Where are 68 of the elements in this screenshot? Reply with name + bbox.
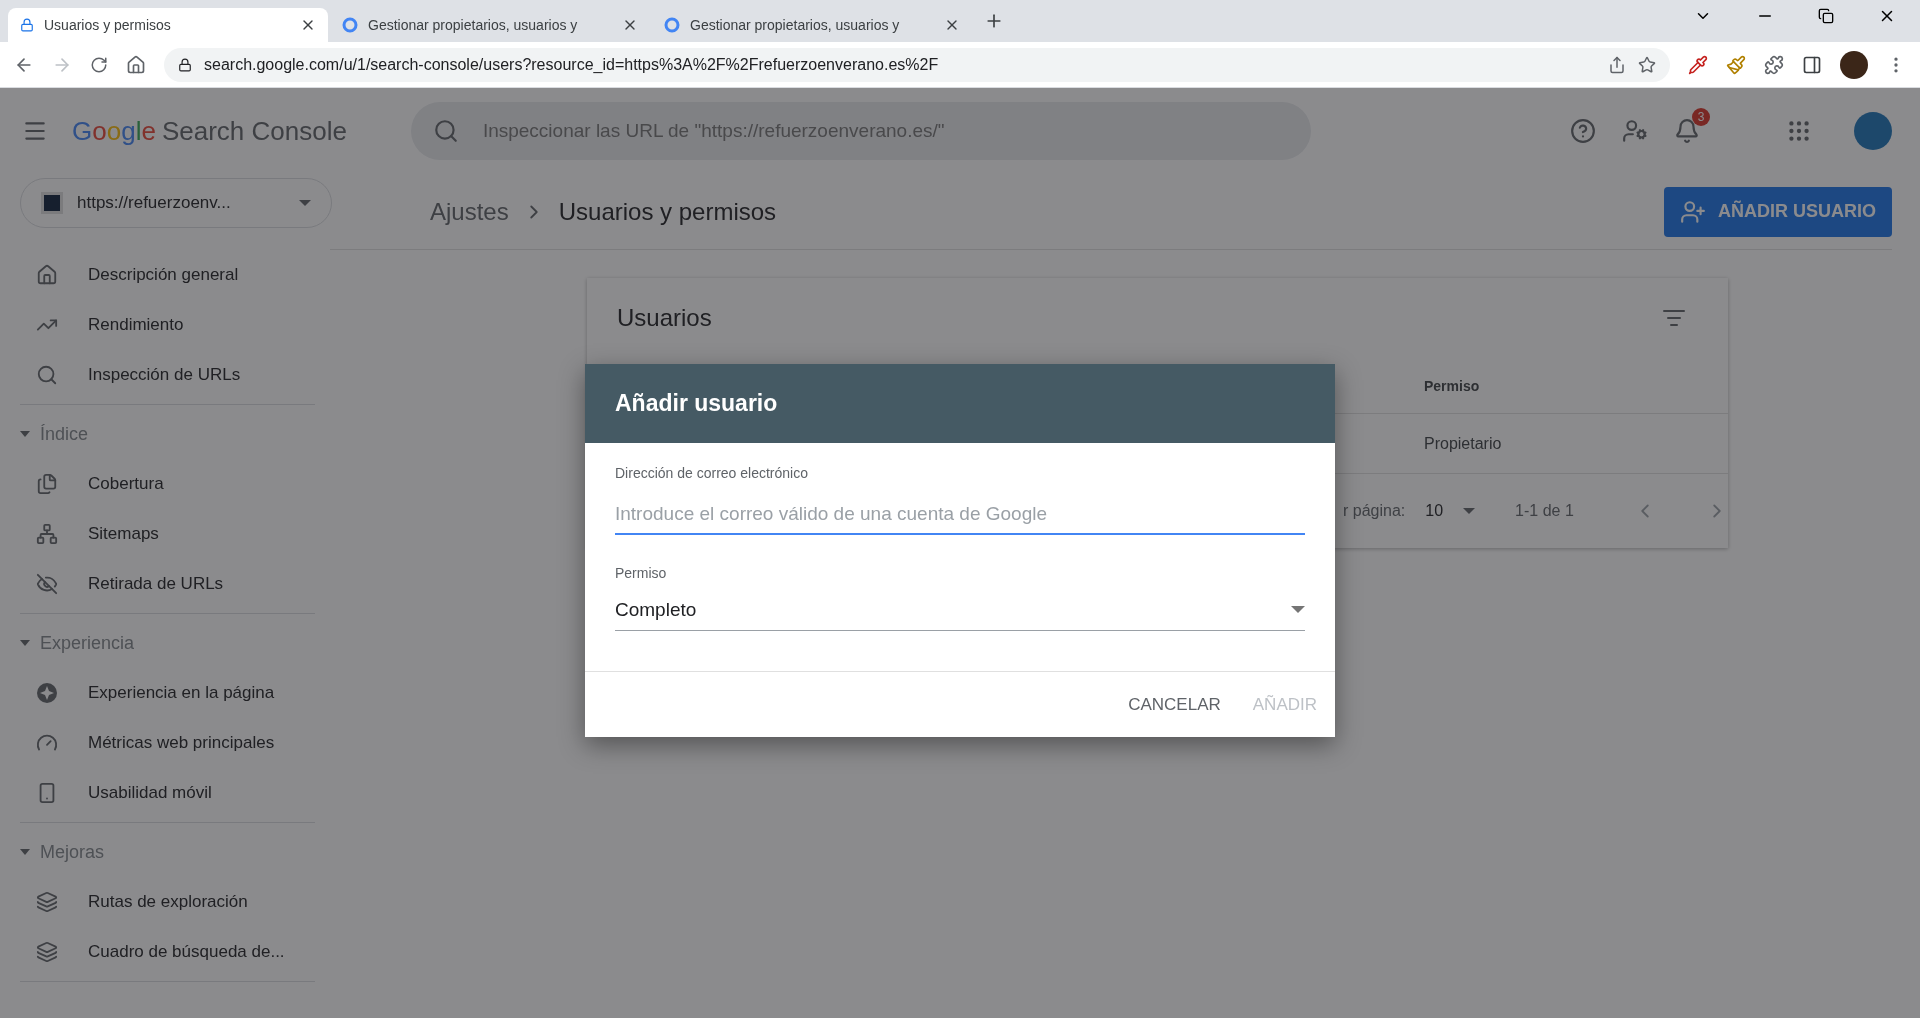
rows-per-page-label: r página: [1343,502,1406,520]
browser-tab[interactable]: Gestionar propietarios, usuarios y [652,8,972,42]
extensions-icon[interactable] [1764,54,1784,75]
nav-item[interactable]: Experiencia en la página [20,668,315,718]
pipette-icon[interactable] [1688,54,1708,75]
field-label: Permiso [615,565,667,581]
home-icon[interactable] [126,54,146,75]
search-input[interactable]: Inspeccionar las URL de "https://refuerzoenverano.es/" [480,119,1289,143]
lock-icon [178,57,192,72]
column-header: Permiso [1424,377,1480,394]
field-label: Dirección de correo electrónico [615,465,808,481]
dialog-button[interactable]: CANCELAR [1118,686,1231,723]
caret-icon [20,431,30,437]
sitemap-icon [36,523,58,545]
search-icon [432,118,459,144]
permission-select[interactable]: Completo [615,589,1305,631]
caret-icon [1463,508,1476,514]
nav-item[interactable]: Cobertura [20,459,315,509]
address-bar[interactable]: search.google.com/u/1/search-console/users?resource_id=https%3A%2F%2Frefuerzoenverano.es%2F [164,47,1670,82]
side-panel-icon[interactable] [1802,54,1822,75]
nav-item[interactable]: Retirada de URLs [20,559,315,609]
nav-item[interactable]: Rutas de exploración [20,877,315,927]
reload-icon[interactable] [90,55,108,74]
nav-item[interactable]: Descripción general [20,250,315,300]
rows-per-page-select[interactable]: 10 [1425,502,1476,520]
star-circle-icon [36,682,58,704]
table-cell: Propietario [1424,434,1502,453]
product-name: Search Console [161,115,347,147]
browser-tab[interactable]: Gestionar propietarios, usuarios y [330,8,650,42]
user-settings-icon[interactable] [1622,118,1648,144]
breadcrumb-item[interactable]: Ajustes [430,197,509,226]
nav-item[interactable]: Cuadro de búsqueda de... [20,927,315,977]
bookmark-star-icon[interactable] [1638,55,1656,74]
property-selector[interactable]: https://refuerzoenv... [20,178,332,228]
account-avatar[interactable] [1854,112,1892,150]
google-logo: Google [72,115,156,147]
layers-icon [36,891,58,913]
bell-icon[interactable] [1674,118,1700,144]
help-icon[interactable] [1570,118,1596,144]
nav-item[interactable]: Usabilidad móvil [20,768,315,818]
restore-icon[interactable] [1818,8,1834,24]
caret-icon [20,849,30,855]
notification-badge: 3 [1692,108,1710,126]
nav-item[interactable]: Métricas web principales [20,718,315,768]
nav-item[interactable]: Rendimiento [20,300,315,350]
page-range: 1-1 de 1 [1515,502,1574,520]
apps-icon[interactable] [1786,118,1812,144]
browser-tab[interactable]: Usuarios y permisos [8,8,328,42]
profile-avatar[interactable] [1840,50,1868,79]
caret-icon [1291,606,1305,613]
nav-item[interactable]: Inspección de URLs [20,350,315,400]
share-icon[interactable] [1608,55,1626,74]
caret-icon [299,200,311,206]
dialog-title: Añadir usuario [615,390,778,417]
home-icon [36,264,58,286]
add-user-button[interactable]: AÑADIR USUARIO [1664,186,1892,237]
add-person-icon [1680,198,1706,225]
search-bar[interactable]: Inspeccionar las URL de "https://refuerzoenverano.es/" [410,102,1311,160]
nav-item[interactable]: Sitemaps [20,509,315,559]
caret-icon [20,640,30,646]
files-icon [36,473,58,495]
eye-off-icon [36,573,58,595]
card-title: Usuarios [617,304,712,332]
search-icon [36,364,58,386]
brush-icon[interactable] [1726,54,1746,75]
site-favicon [41,192,63,214]
breadcrumb-item: Usuarios y permisos [558,197,777,226]
layers-icon [36,941,58,963]
